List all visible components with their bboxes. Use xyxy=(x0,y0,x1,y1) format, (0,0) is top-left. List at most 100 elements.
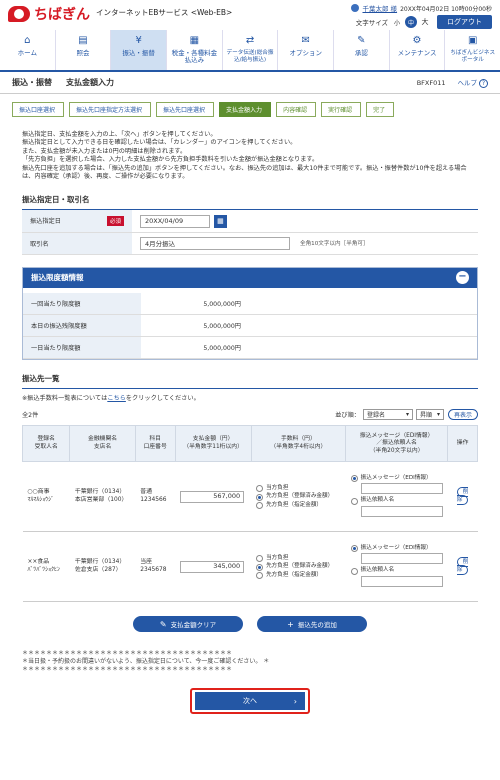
screen-id: BFXF011 xyxy=(416,78,446,87)
date-notice: ＊＊＊＊＊＊＊＊＊＊＊＊＊＊＊＊＊＊＊＊＊＊＊＊＊＊＊＊＊＊＊＊＊＊＊ ＊当日扱… xyxy=(22,650,478,674)
fee-option-label: 先方負担（登録済み金額） xyxy=(266,493,334,500)
delete-button[interactable]: 削除 xyxy=(456,557,469,575)
sort-field-value: 登録名 xyxy=(366,411,385,419)
radio-icon xyxy=(256,572,264,580)
instruction-line: 振込指定日として入力できる日を確認したい場合は、「カレンダー」のアイコンを押して… xyxy=(22,139,297,147)
message-option-edi[interactable]: 振込メッセージ（EDI情報） xyxy=(350,545,443,553)
edi-message-input[interactable] xyxy=(360,553,443,565)
delete-button[interactable]: 削除 xyxy=(456,487,469,505)
clear-amount-button[interactable]: ✎ 支払金額クリア xyxy=(133,616,243,633)
bank-logo[interactable]: ちばぎん xyxy=(8,4,90,24)
nav-data-transfer[interactable]: ⇄ データ伝送(総合振込/給与振込) xyxy=(223,30,279,70)
radio-icon xyxy=(256,555,264,563)
limit-panel-title: 振込限度額情報 xyxy=(31,273,84,283)
fee-option-payee-registered[interactable]: 先方負担（登録済み金額） xyxy=(256,493,341,501)
col-bank: 金融機関名 支店名 xyxy=(69,425,136,463)
message-option-label: 振込依頼人名 xyxy=(360,567,395,574)
limit-value: 5,000,000円 xyxy=(141,292,249,316)
fee-option-label: 先方負担（指定金額） xyxy=(266,501,323,508)
add-payee-button[interactable]: + 振込先の追加 xyxy=(257,616,367,633)
sort-field-select[interactable]: 登録名 ▾ xyxy=(362,408,413,420)
payee-row: ××食品 ﾊﾞﾂﾊﾞﾂｼｮｸﾋﾝ 千葉銀行（0134） 佐倉支店（287） 当座 23… xyxy=(22,531,478,603)
sort-order-select[interactable]: 昇順 ▾ xyxy=(415,408,444,420)
clear-label: 支払金額クリア xyxy=(170,621,217,630)
fee-option-label: 当方負担 xyxy=(266,484,289,491)
payee-table: 登録名 受取人名 金融機関名 支店名 科目 口座番号 支払金額（円） （半角数字… xyxy=(21,425,478,603)
transfer-date-input[interactable]: 20XX/04/09 xyxy=(140,214,210,228)
name-note: 全角10文字以内［半角可］ xyxy=(299,241,369,248)
message-option-requester[interactable]: 振込依頼人名 xyxy=(350,567,443,575)
portal-icon: ▣ xyxy=(467,35,478,46)
user-icon xyxy=(351,4,360,12)
nav-home[interactable]: ⌂ ホーム xyxy=(0,30,56,70)
nav-maintenance[interactable]: ⚙ メンテナンス xyxy=(390,30,446,70)
limit-panel: 振込限度額情報 − 一回当たり限度額 5,000,000円 本日の振込残限度額 5,… xyxy=(22,266,478,361)
text-size-label: 文字サイズ xyxy=(355,19,388,27)
amount-input[interactable]: 345,000 xyxy=(180,560,245,573)
fee-option-own[interactable]: 当方負担 xyxy=(256,485,341,493)
next-button[interactable]: 次へ › xyxy=(195,692,305,711)
text-size-medium-button[interactable]: 中 xyxy=(405,16,417,28)
radio-icon xyxy=(350,567,358,575)
step-3: 振込先口座選択 xyxy=(156,102,215,117)
fee-option-label: 先方負担（指定金額） xyxy=(266,571,323,578)
message-option-requester[interactable]: 振込依頼人名 xyxy=(350,497,443,505)
transaction-name-input[interactable]: 4月分振込 xyxy=(140,236,290,250)
next-label: 次へ xyxy=(243,697,257,706)
exchange-icon: ⇄ xyxy=(245,35,255,46)
text-size-small-button[interactable]: 小 xyxy=(391,16,403,28)
payee-count: 全2件 xyxy=(22,411,39,419)
progress-steps: 振込口座選択 振込先口座指定方法選択 振込先口座選択 支払金額入力 内容確認 実… xyxy=(12,102,488,117)
nav-business-portal[interactable]: ▣ ちばぎんビジネスポータル xyxy=(445,30,500,70)
tax-icon: ▦ xyxy=(189,35,200,46)
col-account: 科目 口座番号 xyxy=(134,425,176,463)
nav-inquiry[interactable]: ▤ 照会 xyxy=(56,30,112,70)
col-fee: 手数料（円） （半角数字4桁以内） xyxy=(250,425,347,463)
instruction-line: 「先方負担」を選択した場合、入力した支払金額から先方負担手数料を引いた金額が振込… xyxy=(22,156,319,164)
fee-list-link[interactable]: こちら xyxy=(107,395,126,402)
user-name-link[interactable]: 千葉太郎 様 xyxy=(362,3,397,13)
radio-selected-icon xyxy=(256,563,264,571)
chevron-down-icon: ▾ xyxy=(436,410,440,418)
account-number: 1234566 xyxy=(140,496,167,503)
fee-option-payee-registered[interactable]: 先方負担（登録済み金額） xyxy=(256,563,341,571)
edi-message-input[interactable] xyxy=(360,483,443,495)
payee-toolbar: 全2件 並び順： 登録名 ▾ 昇順 ▾ 再表示 xyxy=(22,407,478,421)
step-5: 内容確認 xyxy=(276,102,317,117)
eraser-icon: ✎ xyxy=(159,619,167,629)
help-link[interactable]: ヘルプ? xyxy=(458,77,488,88)
radio-icon xyxy=(256,502,264,510)
name-label-cell: 取引名 xyxy=(22,232,132,255)
top-bar: ちばぎん インターネットEBサービス <Web-EB> 千葉太郎 様 20XX年… xyxy=(0,0,500,29)
branch-name: 本店営業部（100） xyxy=(74,496,128,503)
limit-label: 一日当たり限度額 xyxy=(23,336,141,360)
fee-option-payee-specified[interactable]: 先方負担（指定金額） xyxy=(256,572,341,580)
logout-button[interactable]: ログアウト xyxy=(437,15,492,29)
help-icon: ? xyxy=(479,79,488,88)
requester-name-input[interactable] xyxy=(360,505,443,517)
radio-selected-icon xyxy=(350,545,358,553)
date-label-cell: 振込指定日 必須 xyxy=(22,210,132,233)
nav-approval[interactable]: ✎ 承認 xyxy=(334,30,390,70)
fee-option-payee-specified[interactable]: 先方負担（指定金額） xyxy=(256,502,341,510)
limit-label: 一回当たり限度額 xyxy=(23,292,141,316)
text-size-large-button[interactable]: 大 xyxy=(419,16,431,28)
section-title-payees: 振込先一覧 xyxy=(22,373,478,390)
col-reg-name: 登録名 受取人名 xyxy=(21,425,71,463)
reshow-button[interactable]: 再表示 xyxy=(447,408,478,420)
requester-name-input[interactable] xyxy=(360,575,443,587)
amount-input[interactable]: 567,000 xyxy=(180,490,245,503)
collapse-icon[interactable]: − xyxy=(456,271,469,285)
nav-tax-payment[interactable]: ▦ 税金・各種料金払込み xyxy=(167,30,223,70)
reg-name: ××食品 xyxy=(27,559,50,566)
branch-name: 佐倉支店（287） xyxy=(74,566,122,573)
limit-row: 一回当たり限度額 5,000,000円 xyxy=(23,292,477,316)
message-option-edi[interactable]: 振込メッセージ（EDI情報） xyxy=(350,475,443,483)
fee-option-own[interactable]: 当方負担 xyxy=(256,555,341,563)
nav-transfer[interactable]: ¥ 振込・振替 xyxy=(111,30,168,70)
login-time: 20XX年04月02日 10時00分00秒 xyxy=(400,5,492,13)
calendar-icon[interactable]: ▦ xyxy=(213,214,227,228)
nav-option[interactable]: ✉ オプション xyxy=(278,30,335,70)
nav-label: 税金・各種料金払込み xyxy=(171,49,218,64)
bank-name: 千葉銀行（0134） xyxy=(74,489,126,496)
